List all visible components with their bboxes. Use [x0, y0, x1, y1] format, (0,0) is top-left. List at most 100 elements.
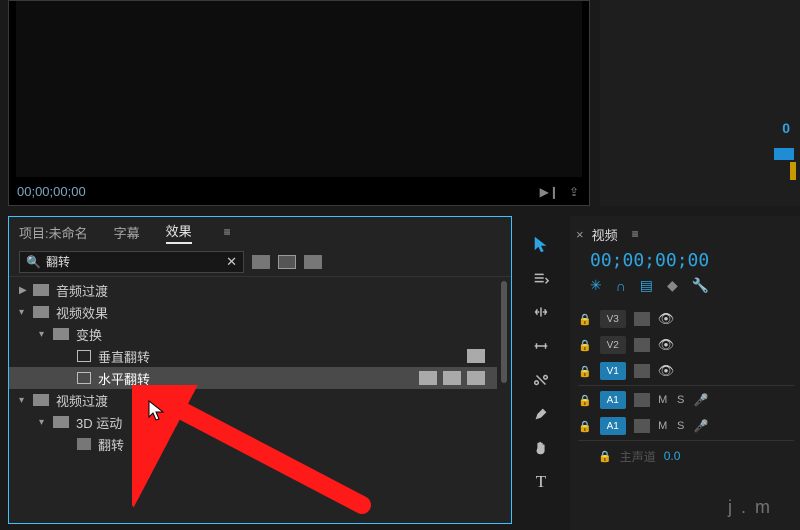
folder-icon — [53, 328, 69, 340]
lock-icon[interactable]: 🔒 — [578, 365, 592, 378]
tree-folder-transform[interactable]: ▾ 变换 — [9, 323, 497, 345]
track-select-tool[interactable] — [531, 268, 551, 288]
timeline-toggle-row: ✳ ∩ ▤ ◆ 🔧 — [590, 277, 794, 294]
track-label[interactable]: V1 — [600, 362, 626, 380]
solo-toggle[interactable]: S — [676, 420, 686, 432]
tree-label: 音频过渡 — [56, 281, 108, 300]
yuv-effects-icon[interactable] — [304, 255, 322, 269]
effects-panel: 项目:未命名 字幕 效果 ≡ 🔍 ✕ ▶ 音频过渡 ▾ 视频效果 ▾ 变换 — [8, 216, 512, 524]
voiceover-icon[interactable]: 🎤 — [694, 393, 709, 407]
timeline-panel: × 视频 ≡ 00;00;00;00 ✳ ∩ ▤ ◆ 🔧 🔒 V3 👁 🔒 V2… — [570, 216, 800, 530]
markers-icon[interactable]: ◆ — [667, 277, 678, 294]
track-v1[interactable]: 🔒 V1 👁 — [578, 358, 794, 384]
eye-icon[interactable]: 👁 — [658, 311, 675, 327]
tree-item-horizontal-flip[interactable]: 水平翻转 — [9, 367, 497, 389]
tree-label: 视频效果 — [56, 303, 108, 322]
right-top-panel: 0 — [600, 0, 800, 206]
settings-icon[interactable]: 🔧 — [692, 277, 709, 294]
track-label[interactable]: A1 — [600, 417, 626, 435]
eye-icon[interactable]: 👁 — [658, 363, 675, 379]
program-monitor: 00;00;00;00 ▶❙ ⇪ — [8, 0, 590, 206]
effects-tree[interactable]: ▶ 音频过渡 ▾ 视频效果 ▾ 变换 垂直翻转 水平翻转 — [9, 279, 497, 523]
chevron-down-icon: ▾ — [19, 307, 33, 318]
magnet-icon[interactable]: ∩ — [616, 278, 626, 294]
yuv-badge-icon — [467, 371, 485, 385]
lock-icon[interactable]: 🔒 — [578, 420, 592, 433]
snap-icon[interactable]: ✳ — [590, 277, 602, 294]
search-icon: 🔍 — [26, 255, 41, 269]
playhead-marker[interactable] — [790, 162, 796, 180]
eye-icon[interactable]: 👁 — [658, 337, 675, 353]
track-label[interactable]: V2 — [600, 336, 626, 354]
track-separator — [578, 440, 794, 441]
track-a1[interactable]: 🔒 A1 M S 🎤 — [578, 387, 794, 413]
selection-tool[interactable] — [531, 234, 551, 254]
transition-icon — [77, 438, 91, 450]
lock-icon[interactable]: 🔒 — [578, 339, 592, 352]
tab-project[interactable]: 项目:未命名 — [19, 223, 88, 242]
32bit-effects-icon[interactable] — [278, 255, 296, 269]
mute-toggle[interactable]: M — [658, 394, 668, 406]
tree-folder-audio-transitions[interactable]: ▶ 音频过渡 — [9, 279, 497, 301]
rate-stretch-tool[interactable] — [531, 336, 551, 356]
program-monitor-canvas[interactable] — [16, 1, 582, 177]
track-toggle[interactable] — [634, 338, 650, 352]
ripple-edit-tool[interactable] — [531, 302, 551, 322]
chevron-down-icon: ▾ — [39, 329, 53, 340]
panel-menu-icon[interactable]: ≡ — [632, 227, 639, 241]
lock-icon[interactable]: 🔒 — [578, 313, 592, 326]
track-toggle[interactable] — [634, 364, 650, 378]
tree-label: 3D 运动 — [76, 413, 122, 432]
voiceover-icon[interactable]: 🎤 — [694, 419, 709, 433]
tree-folder-video-effects[interactable]: ▾ 视频效果 — [9, 301, 497, 323]
timeline-title: 视频 — [592, 225, 618, 244]
track-headers: 🔒 V3 👁 🔒 V2 👁 🔒 V1 👁 🔒 A1 M S 🎤 🔒 — [578, 306, 794, 467]
scrollbar-thumb[interactable] — [501, 281, 507, 383]
program-controls: ▶❙ ⇪ — [540, 185, 579, 199]
track-separator — [578, 385, 794, 386]
timeline-timecode[interactable]: 00;00;00;00 — [590, 250, 794, 271]
panel-menu-icon[interactable]: ≡ — [224, 225, 231, 239]
folder-icon — [33, 394, 49, 406]
tree-item-flip[interactable]: 翻转 — [9, 433, 497, 455]
razor-tool[interactable] — [531, 370, 551, 390]
effect-badges — [419, 371, 485, 385]
effects-search-box[interactable]: 🔍 ✕ — [19, 251, 244, 273]
track-toggle[interactable] — [634, 312, 650, 326]
track-label[interactable]: V3 — [600, 310, 626, 328]
effect-badges — [467, 349, 485, 363]
solo-toggle[interactable]: S — [676, 394, 686, 406]
program-timecode[interactable]: 00;00;00;00 — [17, 184, 86, 199]
track-v2[interactable]: 🔒 V2 👁 — [578, 332, 794, 358]
clear-search-icon[interactable]: ✕ — [226, 254, 237, 270]
watermark: j . m — [728, 497, 772, 518]
pen-tool[interactable] — [531, 404, 551, 424]
chevron-down-icon: ▾ — [19, 395, 33, 406]
linked-selection-icon[interactable]: ▤ — [640, 277, 653, 294]
hand-tool[interactable] — [531, 438, 551, 458]
lock-icon[interactable]: 🔒 — [598, 450, 612, 463]
track-toggle[interactable] — [634, 419, 650, 433]
lock-icon[interactable]: 🔒 — [578, 394, 592, 407]
close-panel-icon[interactable]: × — [576, 227, 584, 242]
play-icon[interactable]: ▶❙ — [540, 185, 559, 199]
panel-tabs: 项目:未命名 字幕 效果 ≡ — [9, 217, 511, 247]
tree-folder-3d-motion[interactable]: ▾ 3D 运动 — [9, 411, 497, 433]
mute-toggle[interactable]: M — [658, 420, 668, 432]
master-value[interactable]: 0.0 — [664, 449, 681, 463]
track-v3[interactable]: 🔒 V3 👁 — [578, 306, 794, 332]
type-tool[interactable]: T — [531, 472, 551, 492]
track-a2[interactable]: 🔒 A1 M S 🎤 — [578, 413, 794, 439]
track-toggle[interactable] — [634, 393, 650, 407]
export-frame-icon[interactable]: ⇪ — [569, 185, 579, 199]
32bit-badge-icon — [443, 371, 461, 385]
track-label[interactable]: A1 — [600, 391, 626, 409]
accelerated-effects-icon[interactable] — [252, 255, 270, 269]
tab-effects[interactable]: 效果 — [166, 221, 192, 244]
effects-search-input[interactable] — [46, 255, 226, 269]
in-out-marker[interactable] — [774, 148, 794, 160]
tree-label: 水平翻转 — [98, 369, 150, 388]
tree-folder-video-transitions[interactable]: ▾ 视频过渡 — [9, 389, 497, 411]
tab-captions[interactable]: 字幕 — [114, 223, 140, 242]
tree-item-vertical-flip[interactable]: 垂直翻转 — [9, 345, 497, 367]
